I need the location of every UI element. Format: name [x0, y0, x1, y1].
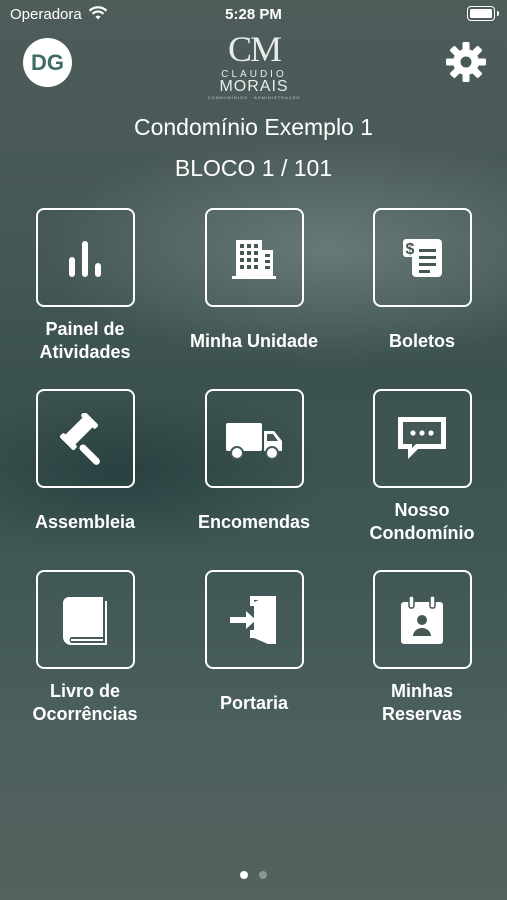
page-indicator [0, 871, 507, 879]
page-dot-1[interactable] [240, 871, 248, 879]
logo-monogram: CM [227, 29, 282, 69]
status-bar: Operadora 5:28 PM [0, 0, 507, 28]
menu-label-reservas: Minhas Reservas [381, 681, 463, 724]
building-icon [204, 208, 304, 307]
battery-icon [467, 6, 499, 21]
logo-brand-line2: MORAIS [219, 78, 289, 95]
menu-tile-painel[interactable]: Painel de Atividades [5, 208, 165, 365]
menu-tile-livro[interactable]: Livro de Ocorrências [5, 570, 165, 727]
menu-label-livro: Livro de Ocorrências [32, 681, 138, 724]
door-enter-icon [204, 570, 304, 669]
user-avatar[interactable]: DG [23, 38, 72, 87]
bar-chart-icon [35, 208, 135, 307]
chat-bubble-icon [372, 389, 472, 488]
menu-label-assembleia: Assembleia [34, 511, 136, 532]
menu-tile-encomendas[interactable]: Encomendas [174, 389, 334, 546]
menu-label-boletos: Boletos [388, 330, 455, 351]
menu-tile-nosso[interactable]: Nosso Condomínio [342, 389, 502, 546]
menu-label-painel: Painel de Atividades [39, 319, 131, 362]
svg-text:$: $ [406, 241, 415, 258]
gavel-icon [35, 389, 135, 488]
condo-name: Condomínio Exemplo 1 [133, 114, 374, 140]
menu-label-unidade: Minha Unidade [189, 330, 318, 351]
menu-tile-reservas[interactable]: Minhas Reservas [342, 570, 502, 727]
unit-label: BLOCO 1 / 101 [174, 155, 333, 181]
settings-gear-icon[interactable] [444, 40, 488, 84]
logo-tagline: CONDOMÍNIOS · ADMINISTRAÇÃO [207, 95, 301, 100]
menu-tile-assembleia[interactable]: Assembleia [5, 389, 165, 546]
app-logo: CM CLAUDIO MORAIS CONDOMÍNIOS · ADMINIST… [204, 28, 304, 100]
menu-tile-boletos[interactable]: $ Boletos [342, 208, 502, 365]
menu-label-portaria: Portaria [219, 692, 289, 713]
book-icon [35, 570, 135, 669]
truck-icon [204, 389, 304, 488]
page-dot-2[interactable] [259, 871, 267, 879]
calendar-person-icon [372, 570, 472, 669]
menu-tile-unidade[interactable]: Minha Unidade [174, 208, 334, 365]
menu-label-nosso: Nosso Condomínio [369, 500, 475, 543]
menu-tile-portaria[interactable]: Portaria [174, 570, 334, 727]
menu-label-encomendas: Encomendas [197, 511, 311, 532]
invoice-icon: $ [372, 208, 472, 307]
status-time: 5:28 PM [225, 6, 282, 23]
